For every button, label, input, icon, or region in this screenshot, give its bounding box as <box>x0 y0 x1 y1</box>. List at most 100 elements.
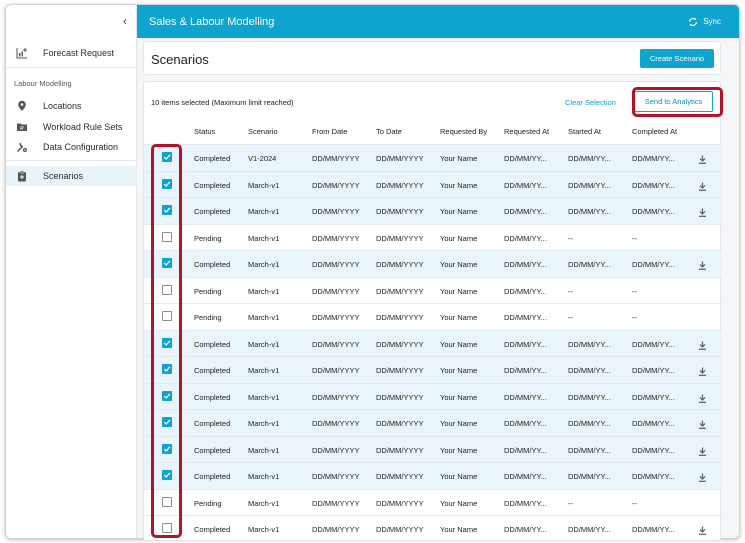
table-row[interactable]: Completed March-v1 DD/MM/YYYY DD/MM/YYYY You… <box>144 170 722 197</box>
sidebar-item-label: Scenarios <box>43 171 84 181</box>
table-row[interactable]: Completed March-v1 DD/MM/YYYY DD/MM/YYYY You… <box>144 462 722 489</box>
sidebar-item-locations[interactable]: Locations <box>6 96 137 116</box>
column-header-from-date[interactable]: From Date <box>312 127 347 136</box>
column-header-status[interactable]: Status <box>194 127 215 136</box>
scenarios-table-card: 10 items selected (Maximum limit reached… <box>143 81 722 542</box>
row-checkbox[interactable] <box>162 178 172 189</box>
download-icon[interactable] <box>697 338 708 350</box>
requested-by-cell: Your Name <box>440 498 478 508</box>
row-checkbox[interactable] <box>162 470 172 480</box>
requested-by-cell: Your Name <box>440 180 478 190</box>
row-checkbox[interactable] <box>162 390 172 401</box>
scenario-cell: March-v1 <box>248 498 280 508</box>
checkmark-icon <box>163 366 171 372</box>
row-checkbox[interactable] <box>162 417 172 427</box>
column-header-requested-at[interactable]: Requested At <box>504 127 549 136</box>
requested-by-cell: Your Name <box>440 445 478 455</box>
download-icon[interactable] <box>697 444 708 456</box>
table-row[interactable]: Pending March-v1 DD/MM/YYYY DD/MM/YYYY Your … <box>144 276 722 304</box>
from-date-cell: DD/MM/YYYY <box>312 207 360 216</box>
row-checkbox[interactable] <box>162 284 172 295</box>
create-scenario-button[interactable]: Create Scenario <box>640 49 714 68</box>
started-at-cell: DD/MM/YY... <box>568 472 611 481</box>
to-date-cell: DD/MM/YYYY <box>376 286 424 296</box>
chart-plus-icon <box>15 46 29 60</box>
row-checkbox[interactable] <box>162 337 172 348</box>
column-header-completed-at[interactable]: Completed At <box>632 127 677 136</box>
sidebar-item-scenarios[interactable]: Scenarios <box>6 166 137 186</box>
table-row[interactable]: Completed March-v1 DD/MM/YYYY DD/MM/YYYY You… <box>144 382 722 409</box>
download-icon[interactable] <box>697 258 708 270</box>
status-cell: Completed <box>194 339 231 349</box>
download-icon[interactable] <box>697 391 708 403</box>
status-cell: Completed <box>194 366 231 375</box>
column-header-scenario[interactable]: Scenario <box>248 127 278 136</box>
table-row[interactable]: Completed March-v1 DD/MM/YYYY DD/MM/YYYY You… <box>144 435 722 462</box>
sidebar-item-data-configuration[interactable]: Data Configuration <box>6 137 137 157</box>
started-at-cell: DD/MM/YY... <box>568 366 611 375</box>
table-row[interactable]: Pending March-v1 DD/MM/YYYY DD/MM/YYYY Your … <box>144 488 722 516</box>
download-icon[interactable] <box>697 364 708 376</box>
column-header-requested-by[interactable]: Requested By <box>440 127 487 136</box>
column-header-started-at[interactable]: Started At <box>568 127 601 136</box>
table-row[interactable]: Completed March-v1 DD/MM/YYYY DD/MM/YYYY You… <box>144 409 722 436</box>
scenario-cell: March-v1 <box>248 366 280 375</box>
download-icon[interactable] <box>697 523 708 535</box>
row-checkbox[interactable] <box>162 231 172 242</box>
requested-at-cell: DD/MM/YY... <box>504 207 547 216</box>
status-cell: Pending <box>194 313 222 322</box>
sidebar-divider <box>6 67 137 68</box>
checkmark-icon <box>163 339 171 346</box>
row-checkbox[interactable] <box>162 311 172 321</box>
selection-info: 10 items selected (Maximum limit reached… <box>151 98 294 107</box>
from-date-cell: DD/MM/YYYY <box>312 472 360 481</box>
wrench-gear-icon <box>15 140 29 154</box>
table-row[interactable]: Completed March-v1 DD/MM/YYYY DD/MM/YYYY You… <box>144 356 722 383</box>
sync-button[interactable]: Sync <box>688 17 721 27</box>
chevron-left-icon[interactable]: ‹ <box>118 14 132 28</box>
sidebar-item-workload-rule-sets[interactable]: Workload Rule Sets <box>6 117 137 137</box>
download-icon[interactable] <box>697 470 708 482</box>
table-row[interactable]: Completed March-v1 DD/MM/YYYY DD/MM/YYYY You… <box>144 197 722 224</box>
download-icon[interactable] <box>697 417 708 429</box>
download-icon[interactable] <box>697 205 708 217</box>
table-row[interactable]: Completed V1-2024 DD/MM/YYYY DD/MM/YYYY Your… <box>144 144 722 171</box>
scenario-cell: March-v1 <box>248 260 280 269</box>
table-row[interactable]: Pending March-v1 DD/MM/YYYY DD/MM/YYYY Your … <box>144 223 722 251</box>
scenario-cell: March-v1 <box>248 233 280 243</box>
requested-by-cell: Your Name <box>440 472 478 481</box>
sidebar-item-forecast-request[interactable]: Forecast Request <box>6 43 137 63</box>
sidebar-item-label: Locations <box>43 101 82 111</box>
table-row[interactable]: Completed March-v1 DD/MM/YYYY DD/MM/YYYY You… <box>144 250 722 277</box>
row-checkbox[interactable] <box>162 523 172 533</box>
completed-at-cell: -- <box>632 498 637 508</box>
row-checkbox[interactable] <box>162 205 172 215</box>
row-checkbox[interactable] <box>162 364 172 374</box>
status-cell: Completed <box>194 472 231 481</box>
table-row[interactable]: Completed March-v1 DD/MM/YYYY DD/MM/YYYY You… <box>144 515 722 542</box>
status-cell: Completed <box>194 154 231 163</box>
completed-at-cell: DD/MM/YY... <box>632 180 675 190</box>
send-to-analytics-button[interactable]: Send to Analytics <box>634 91 713 112</box>
scenario-cell: March-v1 <box>248 392 280 402</box>
requested-by-cell: Your Name <box>440 207 478 216</box>
column-header-to-date[interactable]: To Date <box>376 127 402 136</box>
table-row[interactable]: Pending March-v1 DD/MM/YYYY DD/MM/YYYY Your … <box>144 303 722 330</box>
row-checkbox[interactable] <box>162 496 172 507</box>
scenario-cell: March-v1 <box>248 419 280 428</box>
to-date-cell: DD/MM/YYYY <box>376 233 424 243</box>
status-cell: Completed <box>194 445 231 455</box>
row-checkbox[interactable] <box>162 258 172 268</box>
row-checkbox[interactable] <box>162 152 172 162</box>
completed-at-cell: DD/MM/YY... <box>632 419 675 428</box>
download-icon[interactable] <box>697 179 708 191</box>
table-row[interactable]: Completed March-v1 DD/MM/YYYY DD/MM/YYYY You… <box>144 329 722 356</box>
clear-selection-link[interactable]: Clear Selection <box>565 98 616 107</box>
download-icon[interactable] <box>697 152 708 164</box>
requested-at-cell: DD/MM/YY... <box>504 180 547 190</box>
row-checkbox[interactable] <box>162 443 172 454</box>
from-date-cell: DD/MM/YYYY <box>312 180 360 190</box>
folder-icon <box>15 120 29 134</box>
requested-at-cell: DD/MM/YY... <box>504 286 547 296</box>
to-date-cell: DD/MM/YYYY <box>376 260 424 269</box>
